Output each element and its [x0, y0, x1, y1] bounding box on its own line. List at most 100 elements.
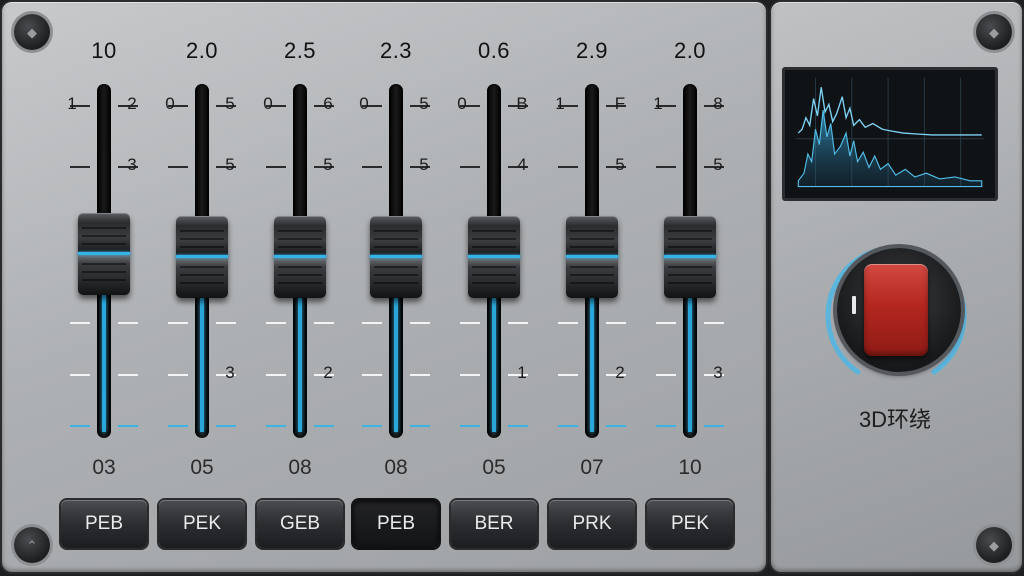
- knob-indicator: [78, 252, 130, 255]
- channel-value: 10: [91, 38, 117, 63]
- band-button[interactable]: PEK: [159, 500, 245, 548]
- scale-tick: [656, 322, 676, 324]
- knob-grip: [278, 230, 322, 232]
- scale-tick: [70, 322, 90, 324]
- scale-tick: [118, 322, 138, 324]
- channel-frequency: 05: [482, 456, 506, 479]
- fader-level-fill: [200, 298, 204, 432]
- band-button[interactable]: PEB: [353, 500, 439, 548]
- scale-tick: [70, 374, 90, 376]
- screw-icon: ◆: [976, 527, 1012, 563]
- knob-grip: [570, 282, 614, 284]
- scale-tick: [118, 425, 138, 427]
- channel-value: 2.0: [673, 38, 707, 63]
- fader-level-fill: [590, 298, 594, 432]
- knob-grip: [668, 246, 712, 248]
- scale-tick: [216, 425, 236, 427]
- scale-tick: [460, 322, 480, 324]
- knob-grip: [668, 266, 712, 268]
- scale-tick: [266, 374, 286, 376]
- knob-grip: [278, 246, 322, 248]
- fader-level-fill: [688, 298, 692, 432]
- knob-grip: [374, 282, 418, 284]
- knob-grip: [82, 227, 126, 229]
- scale-label: 3: [713, 363, 723, 382]
- scale-tick: [70, 166, 90, 168]
- scale-label: 5: [225, 94, 235, 113]
- scale-tick: [410, 322, 430, 324]
- knob-grip: [472, 282, 516, 284]
- screw-icon: ◆: [976, 14, 1012, 50]
- channel-frequency: 08: [384, 456, 408, 479]
- knob-grip: [570, 274, 614, 276]
- knob-indicator: [468, 255, 520, 258]
- knob-indicator: [566, 255, 618, 258]
- scale-tick: [460, 425, 480, 427]
- band-button[interactable]: PRK: [549, 500, 635, 548]
- scale-label: 5: [713, 155, 723, 174]
- screw-icon: ⌃: [14, 527, 50, 563]
- knob-grip: [374, 266, 418, 268]
- channel-value: 2.5: [283, 38, 317, 63]
- knob-indicator: [274, 255, 326, 258]
- scale-label: 2: [323, 363, 333, 382]
- band-button[interactable]: PEK: [647, 500, 733, 548]
- scale-tick: [216, 322, 236, 324]
- scale-label: 0: [263, 94, 273, 113]
- scale-tick: [362, 166, 382, 168]
- knob-grip: [82, 243, 126, 245]
- band-button[interactable]: PEB: [61, 500, 147, 548]
- scale-tick: [704, 425, 724, 427]
- scale-label: 1: [517, 363, 527, 382]
- knob-indicator: [370, 255, 422, 258]
- scale-label: F: [614, 94, 626, 113]
- knob-grip: [180, 266, 224, 268]
- scale-label: 2: [615, 363, 625, 382]
- knob-indicator: [176, 255, 228, 258]
- scale-tick: [362, 374, 382, 376]
- knob-grip: [472, 274, 516, 276]
- fader-level-fill: [102, 295, 106, 432]
- scale-tick: [168, 322, 188, 324]
- fader-knob[interactable]: [176, 216, 228, 298]
- scale-label: 1: [555, 94, 565, 113]
- knob-grip: [570, 238, 614, 240]
- scale-tick: [266, 322, 286, 324]
- fader-knob[interactable]: [78, 213, 130, 295]
- knob-grip: [180, 282, 224, 284]
- knob-grip: [278, 238, 322, 240]
- fader-knob[interactable]: [370, 216, 422, 298]
- scale-label: 1: [653, 94, 663, 113]
- knob-grip: [278, 266, 322, 268]
- spectrum-display: [782, 67, 998, 201]
- fader-knob[interactable]: [566, 216, 618, 298]
- scale-label: 0: [457, 94, 467, 113]
- knob-grip: [180, 238, 224, 240]
- surround-toggle-button[interactable]: [864, 264, 928, 356]
- knob-grip: [82, 271, 126, 273]
- scale-tick: [314, 322, 334, 324]
- knob-grip: [472, 246, 516, 248]
- screw-icon: ◆: [14, 14, 50, 50]
- scale-tick: [606, 322, 626, 324]
- channel-value: 2.3: [379, 38, 413, 63]
- knob-grip: [374, 274, 418, 276]
- scale-tick: [168, 166, 188, 168]
- scale-tick: [168, 425, 188, 427]
- fader-knob[interactable]: [274, 216, 326, 298]
- scale-tick: [410, 425, 430, 427]
- fader-knob[interactable]: [664, 216, 716, 298]
- scale-label: 5: [419, 155, 429, 174]
- scale-tick: [314, 425, 334, 427]
- scale-tick: [606, 425, 626, 427]
- knob-grip: [278, 274, 322, 276]
- knob-grip: [668, 230, 712, 232]
- power-indicator-icon: [852, 296, 856, 314]
- band-button[interactable]: BER: [451, 500, 537, 548]
- fader-knob[interactable]: [468, 216, 520, 298]
- scale-label: 1: [67, 94, 77, 113]
- band-button[interactable]: GEB: [257, 500, 343, 548]
- scale-label: 3: [225, 363, 235, 382]
- scale-tick: [656, 374, 676, 376]
- knob-grip: [374, 230, 418, 232]
